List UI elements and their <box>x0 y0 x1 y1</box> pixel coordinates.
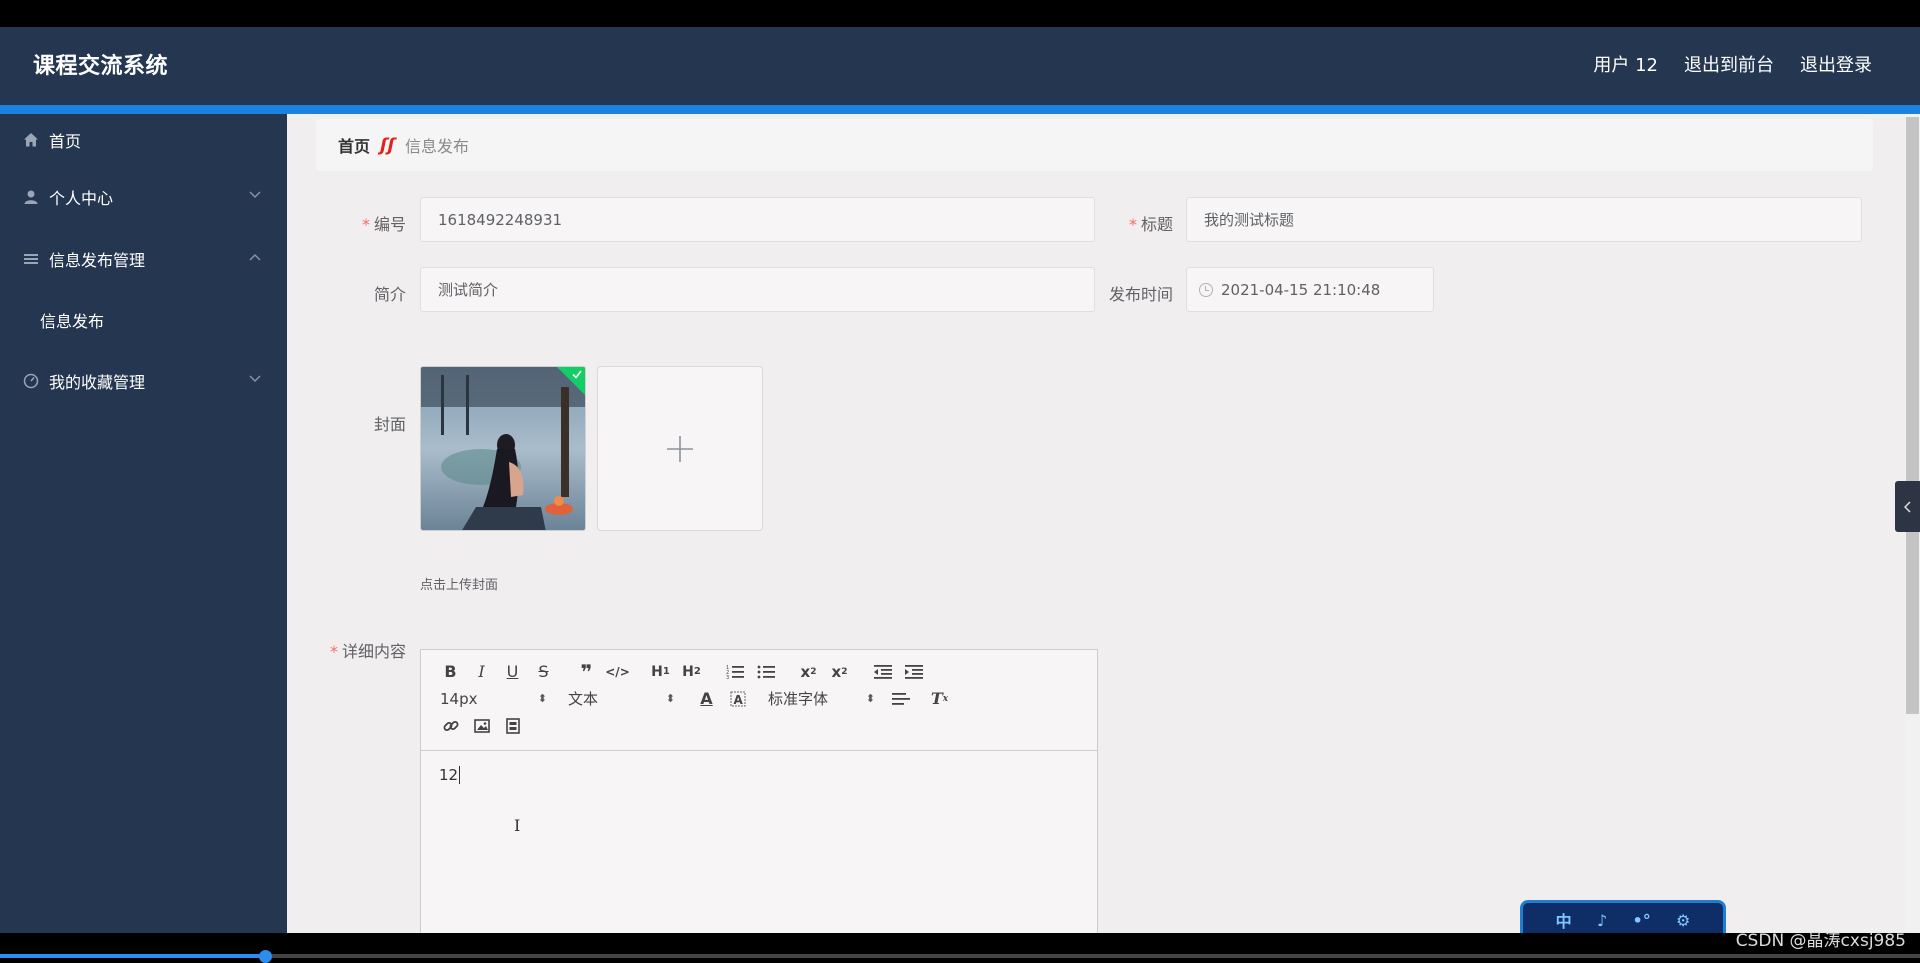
svg-text:A: A <box>733 693 743 707</box>
current-user-link[interactable]: 用户 12 <box>1593 51 1658 77</box>
font-size-select[interactable]: 14px ⬍ <box>435 687 549 711</box>
cover-upload-button[interactable] <box>597 366 763 531</box>
app-title: 课程交流系统 <box>33 54 169 79</box>
heading1-icon[interactable]: H1 <box>645 660 676 684</box>
ime-music-icon[interactable]: ♪ <box>1597 911 1607 930</box>
editor-content-area[interactable]: 12 <box>421 751 1097 799</box>
sidebar-item-label: 首页 <box>49 132 82 151</box>
outdent-icon[interactable] <box>867 660 898 684</box>
sidebar-item-my-favorites-management[interactable]: 我的收藏管理 <box>0 350 287 412</box>
superscript-icon[interactable]: x2 <box>824 660 855 684</box>
detail-content-label: * 详细内容 <box>329 642 406 661</box>
csdn-watermark: CSDN @晶涛cxsj985 <box>1735 931 1906 951</box>
back-to-front-link[interactable]: 退出到前台 <box>1684 51 1774 77</box>
ime-punctuation-icon[interactable]: •° <box>1632 911 1650 930</box>
breadcrumb-current: 信息发布 <box>404 137 469 156</box>
sidebar-item-label: 信息发布 <box>40 312 105 331</box>
code-block-icon[interactable]: </> <box>602 660 633 684</box>
background-color-icon[interactable]: A <box>722 687 753 711</box>
check-icon <box>572 370 582 379</box>
video-progress-fill <box>0 954 266 958</box>
chevron-left-icon <box>1903 500 1911 513</box>
top-nav-links: 用户 12 退出到前台 退出登录 <box>1593 51 1872 77</box>
cover-upload-hint: 点击上传封面 <box>420 578 499 593</box>
editor-toolbar: B I U S ❞ </> H1 H2 123 x2 x2 14px ⬍ 文本 … <box>421 650 1097 751</box>
number-field[interactable]: 1618492248931 <box>420 197 1095 242</box>
sidebar-item-home[interactable]: 首页 <box>0 114 287 166</box>
publish-time-value: 2021-04-15 21:10:48 <box>1221 280 1381 299</box>
user-icon <box>23 189 39 205</box>
i-beam-cursor-icon: I <box>514 816 521 835</box>
chevron-down-icon <box>249 372 261 386</box>
font-color-icon[interactable]: A <box>691 687 722 711</box>
sidebar-subitem-info-publish[interactable]: 信息发布 <box>0 290 287 350</box>
bullet-list-icon[interactable] <box>750 660 781 684</box>
underline-icon[interactable]: U <box>497 660 528 684</box>
sidebar-item-personal-center[interactable]: 个人中心 <box>0 166 287 228</box>
intro-label: 简介 <box>373 285 406 304</box>
strikethrough-icon[interactable]: S <box>528 660 559 684</box>
link-icon[interactable] <box>435 714 466 738</box>
page-scrollbar-thumb[interactable] <box>1906 117 1919 714</box>
title-label: * 标题 <box>1128 215 1173 234</box>
chevron-up-icon <box>249 250 261 264</box>
publish-time-picker[interactable]: 2021-04-15 21:10:48 <box>1186 267 1434 312</box>
sidebar-item-label: 我的收藏管理 <box>49 373 146 392</box>
number-label: * 编号 <box>361 215 406 234</box>
list-icon <box>23 251 39 267</box>
rich-text-editor: B I U S ❞ </> H1 H2 123 x2 x2 14px ⬍ 文本 … <box>420 649 1098 933</box>
text-cursor <box>459 766 461 784</box>
breadcrumb: 首页 ʃʃ 信息发布 <box>316 119 1873 171</box>
chevron-down-icon <box>249 188 261 202</box>
sidebar-item-label: 个人中心 <box>49 189 114 208</box>
video-icon[interactable] <box>497 714 528 738</box>
italic-icon[interactable]: I <box>466 660 497 684</box>
heading2-icon[interactable]: H2 <box>676 660 707 684</box>
ime-chinese-icon[interactable]: 中 <box>1556 908 1572 932</box>
svg-text:3: 3 <box>726 675 729 680</box>
side-panel-toggle[interactable] <box>1895 481 1920 532</box>
top-navbar: 课程交流系统 用户 12 退出到前台 退出登录 <box>0 27 1920 105</box>
home-icon <box>23 132 39 148</box>
blockquote-icon[interactable]: ❞ <box>571 660 602 684</box>
paragraph-format-select[interactable]: 文本 ⬍ <box>563 687 677 711</box>
ime-settings-icon[interactable]: ⚙ <box>1676 911 1690 930</box>
accent-bar <box>0 105 1920 114</box>
publish-time-label: 发布时间 <box>1108 285 1173 304</box>
image-icon[interactable] <box>466 714 497 738</box>
title-field[interactable]: 我的测试标题 <box>1186 197 1862 242</box>
video-progress-track[interactable] <box>0 954 1920 958</box>
align-left-icon[interactable] <box>885 687 916 711</box>
cover-label: 封面 <box>373 415 406 434</box>
clock-icon <box>1199 282 1213 297</box>
clear-format-icon[interactable]: Tx <box>924 687 955 711</box>
bold-icon[interactable]: B <box>435 660 466 684</box>
logout-link[interactable]: 退出登录 <box>1800 51 1872 77</box>
plus-icon <box>667 435 693 462</box>
cover-thumbnail[interactable] <box>420 366 586 531</box>
breadcrumb-separator-icon: ʃʃ <box>380 134 395 156</box>
gauge-icon <box>23 373 39 389</box>
sidebar: 首页 个人中心 信息发布管理 信息发布 我的收藏管理 <box>0 114 287 933</box>
font-family-select[interactable]: 标准字体 ⬍ <box>763 687 877 711</box>
app-window: 课程交流系统 用户 12 退出到前台 退出登录 首页 个人中心 信息发布管理 信… <box>0 27 1920 933</box>
breadcrumb-home[interactable]: 首页 <box>338 133 370 157</box>
video-progress-knob[interactable] <box>259 950 272 963</box>
sidebar-item-label: 信息发布管理 <box>49 251 146 270</box>
indent-icon[interactable] <box>898 660 929 684</box>
intro-field[interactable]: 测试简介 <box>420 267 1095 312</box>
subscript-icon[interactable]: x2 <box>793 660 824 684</box>
sidebar-item-info-publish-management[interactable]: 信息发布管理 <box>0 228 287 290</box>
ordered-list-icon[interactable]: 123 <box>719 660 750 684</box>
